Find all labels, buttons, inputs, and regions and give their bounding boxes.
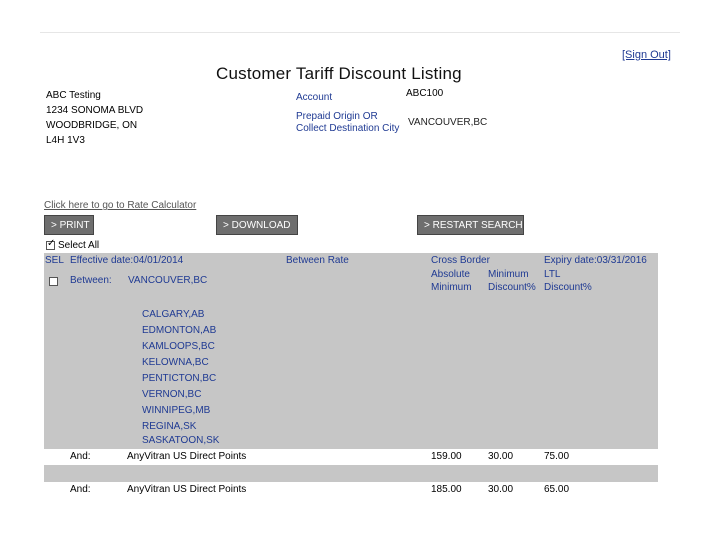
destination-city: KELOWNA,BC (142, 357, 209, 368)
table-row: And: AnyVitran US Direct Points 185.00 3… (44, 482, 658, 498)
select-all-checkbox[interactable] (46, 238, 55, 250)
tariff-table: SEL Effective date:04/01/2014 Between Ra… (44, 253, 658, 449)
origin-label-line1: Prepaid Origin OR (296, 111, 378, 122)
row-conjunction: And: (70, 484, 91, 495)
sel-header: SEL (45, 255, 64, 266)
address-line: WOODBRIDGE, ON (46, 120, 138, 131)
address-line: 1234 SONOMA BLVD (46, 105, 144, 116)
row-points: AnyVitran US Direct Points (127, 451, 247, 462)
cross-border-header: Cross Border (431, 255, 490, 266)
destination-city: KAMLOOPS,BC (142, 341, 215, 352)
destination-city: SASKATOON,SK (142, 435, 220, 446)
row-minimum-discount: 30.00 (488, 484, 514, 495)
destination-city: EDMONTON,AB (142, 325, 217, 336)
destination-city: PENTICTON,BC (142, 373, 217, 384)
customer-address: ABC Testing 1234 SONOMA BLVD WOODBRIDGE,… (46, 88, 143, 148)
address-line: L4H 1V3 (46, 135, 85, 146)
destination-city: CALGARY,AB (142, 309, 205, 320)
row-minimum-discount: 30.00 (488, 451, 514, 462)
rate-calculator-link[interactable]: Click here to go to Rate Calculator (44, 200, 196, 211)
row-absolute-minimum: 159.00 (431, 451, 462, 462)
select-all-label: Select All (58, 240, 100, 251)
account-label: Account (296, 92, 333, 103)
restart-search-button[interactable]: > RESTART SEARCH (417, 215, 524, 235)
row-absolute-minimum: 185.00 (431, 484, 462, 495)
row-separator (44, 465, 658, 482)
download-button[interactable]: > DOWNLOAD (216, 215, 298, 235)
sign-out-link[interactable]: [Sign Out] (622, 49, 671, 61)
effective-date: Effective date:04/01/2014 (70, 255, 184, 266)
row-conjunction: And: (70, 451, 91, 462)
select-all[interactable]: Select All (46, 238, 100, 251)
table-row: And: AnyVitran US Direct Points 159.00 3… (44, 449, 658, 465)
origin-city-label: Prepaid Origin OR Collect Destination Ci… (296, 111, 399, 135)
page-title: Customer Tariff Discount Listing (216, 64, 462, 83)
destination-city: WINNIPEG,MB (142, 405, 211, 416)
row-ltl-discount: 65.00 (544, 484, 570, 495)
between-rate-header: Between Rate (286, 255, 349, 266)
row-select-checkbox[interactable] (49, 277, 58, 286)
ltl-discount-header-2: Discount% (544, 282, 592, 293)
between-city: VANCOUVER,BC (128, 275, 208, 286)
destination-city: VERNON,BC (142, 389, 202, 400)
ltl-discount-header: LTL (544, 269, 561, 280)
between-label: Between: (70, 275, 112, 286)
origin-city-value: VANCOUVER,BC (408, 117, 488, 128)
account-value: ABC100 (406, 88, 444, 99)
minimum-discount-header: Minimum (488, 269, 529, 280)
destination-city: REGINA,SK (142, 421, 197, 432)
address-line: ABC Testing (46, 90, 101, 101)
expiry-date: Expiry date:03/31/2016 (544, 255, 647, 266)
absolute-minimum-header-2: Minimum (431, 282, 472, 293)
minimum-discount-header-2: Discount% (488, 282, 536, 293)
row-ltl-discount: 75.00 (544, 451, 570, 462)
print-button[interactable]: > PRINT (44, 215, 94, 235)
row-points: AnyVitran US Direct Points (127, 484, 247, 495)
origin-label-line2: Collect Destination City (296, 123, 400, 134)
absolute-minimum-header: Absolute (431, 269, 470, 280)
top-divider (40, 32, 680, 33)
